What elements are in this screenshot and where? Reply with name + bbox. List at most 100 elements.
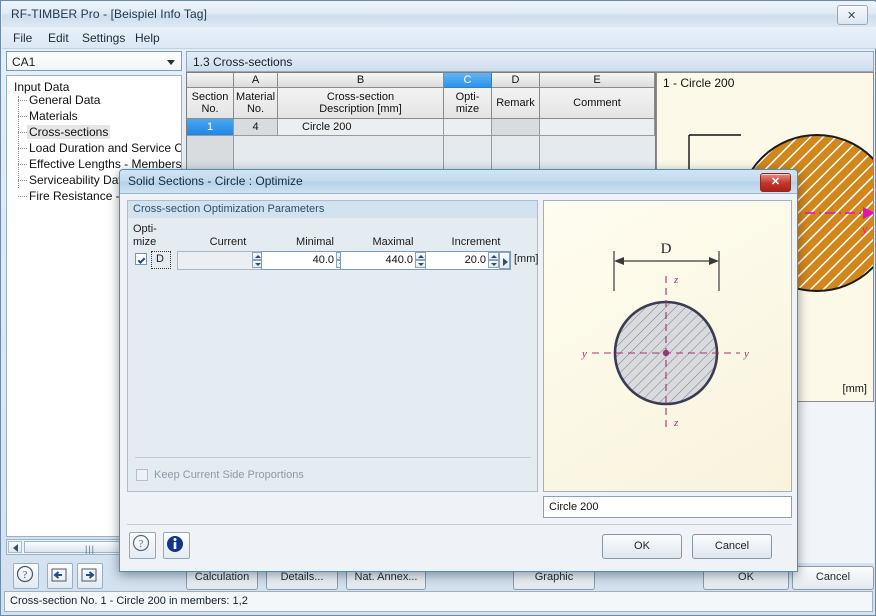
- header-line-2: Comment: [573, 97, 621, 109]
- header-line-1: Material: [235, 91, 276, 103]
- dialog-info-button[interactable]: [163, 532, 190, 559]
- chevron-down-icon: [167, 60, 175, 65]
- dialog-cancel-button[interactable]: Cancel: [692, 534, 772, 559]
- dialog-ok-button[interactable]: OK: [602, 534, 682, 559]
- column-header-a[interactable]: A: [234, 73, 278, 88]
- load-case-value: CA1: [12, 55, 36, 69]
- axis-label-z-bottom: z: [673, 417, 679, 429]
- tab-cross-sections[interactable]: 1.3 Cross-sections: [193, 55, 292, 69]
- dialog-title-bar: Solid Sections - Circle : Optimize ✕: [120, 170, 797, 194]
- column-header-d[interactable]: D: [492, 73, 540, 88]
- cell-remark[interactable]: [492, 119, 540, 136]
- sidebar-item-materials[interactable]: Materials: [29, 109, 78, 123]
- header-line-1: Opti-: [455, 91, 480, 103]
- table-empty-row[interactable]: [540, 136, 655, 171]
- label-minimal: Minimal: [296, 236, 334, 248]
- tree-connector: [18, 100, 27, 101]
- maximal-value: 440.0: [385, 254, 413, 266]
- label-optimize-line1: Opti-: [133, 223, 157, 235]
- table-empty-row[interactable]: [234, 136, 444, 171]
- scroll-grip: |||: [85, 544, 96, 554]
- sidebar-item-fire-resistance[interactable]: Fire Resistance - M: [29, 189, 133, 203]
- dialog-help-button[interactable]: ?: [129, 532, 156, 559]
- header-comment: Comment: [540, 88, 655, 119]
- column-header-b[interactable]: B: [278, 73, 444, 88]
- header-section-no: Section No.: [187, 88, 234, 119]
- svg-text:?: ?: [23, 570, 28, 581]
- table-row-number[interactable]: 1: [187, 119, 234, 136]
- graphic-unit: [mm]: [842, 383, 867, 395]
- window-title: RF-TIMBER Pro - [Beispiel Info Tag]: [11, 7, 208, 21]
- dialog-footer-separator: [127, 524, 792, 525]
- tree-connector: [18, 180, 27, 181]
- keep-proportions-checkbox[interactable]: [136, 469, 148, 481]
- table-empty-row[interactable]: [492, 136, 540, 171]
- increment-value: 20.0: [464, 254, 486, 266]
- cell-description[interactable]: Circle 200: [278, 119, 444, 136]
- header-cross-section-description: Cross-section Description [mm]: [278, 88, 444, 119]
- spinner-picker-icon[interactable]: [499, 252, 510, 269]
- dialog-close-button[interactable]: ✕: [760, 173, 791, 192]
- window-title-bar: RF-TIMBER Pro - [Beispiel Info Tag] ✕: [2, 2, 876, 28]
- group-title: Cross-section Optimization Parameters: [128, 201, 537, 218]
- question-mark-icon: ?: [16, 565, 34, 583]
- close-icon: ✕: [847, 10, 857, 22]
- sidebar-item-load-duration[interactable]: Load Duration and Service Clas: [29, 141, 181, 155]
- header-line-2: mize: [455, 103, 480, 115]
- maximal-value-spinner[interactable]: 440.0: [340, 251, 438, 270]
- column-header-e[interactable]: E: [540, 73, 655, 88]
- next-button[interactable]: [77, 563, 103, 589]
- keep-proportions-label: Keep Current Side Proportions: [154, 469, 304, 481]
- group-separator: [135, 457, 531, 458]
- unit-label: [mm]: [514, 253, 539, 265]
- close-icon: ✕: [770, 176, 781, 188]
- window-close-button[interactable]: ✕: [837, 5, 868, 25]
- header-line-1: Cross-section: [326, 91, 395, 103]
- menu-bar: File Edit Settings Help: [2, 27, 876, 49]
- circle-dimension-drawing: D z z y y: [581, 241, 749, 429]
- optimize-parameter-checkbox[interactable]: [135, 253, 147, 265]
- tree-connector: [18, 164, 27, 165]
- tree-connector: [18, 196, 27, 197]
- label-increment: Increment: [451, 236, 501, 248]
- table-tab-strip: 1.3 Cross-sections: [186, 51, 874, 72]
- menu-item-help[interactable]: Help: [135, 31, 160, 45]
- load-case-combobox[interactable]: CA1: [6, 51, 182, 71]
- column-header-blank: [187, 73, 234, 88]
- column-header-c[interactable]: C: [444, 73, 492, 88]
- menu-item-settings[interactable]: Settings: [82, 31, 125, 45]
- cross-section-preview: D z z y y: [543, 200, 792, 492]
- tree-root-input-data[interactable]: Input Data: [14, 80, 69, 94]
- increment-value-spinner[interactable]: 20.0: [425, 251, 511, 270]
- sidebar-item-general-data[interactable]: General Data: [29, 93, 100, 107]
- header-line-2: Remark: [496, 97, 535, 109]
- scroll-left-button[interactable]: [8, 541, 22, 553]
- spinner-down-icon[interactable]: [488, 260, 499, 268]
- cancel-button[interactable]: Cancel: [792, 566, 874, 590]
- parameter-name-d: D: [156, 253, 164, 265]
- menu-item-edit[interactable]: Edit: [48, 31, 69, 45]
- optimize-dialog: Solid Sections - Circle : Optimize ✕ Cro…: [119, 169, 798, 572]
- label-current: Current: [209, 236, 247, 248]
- description-field[interactable]: Circle 200: [543, 496, 792, 518]
- cell-comment[interactable]: [540, 119, 655, 136]
- cell-optimize[interactable]: [444, 119, 492, 136]
- axis-label-y-left: y: [581, 348, 587, 360]
- status-bar: Cross-section No. 1 - Circle 200 in memb…: [4, 591, 873, 612]
- prev-button[interactable]: [47, 563, 73, 589]
- axis-label-z-top: z: [673, 274, 679, 286]
- menu-item-file[interactable]: File: [13, 31, 32, 45]
- help-button[interactable]: ?: [13, 563, 39, 589]
- tree-connector: [18, 132, 27, 133]
- tree-connector: [18, 116, 27, 117]
- table-empty-row[interactable]: [444, 136, 492, 171]
- spinner-up-icon[interactable]: [488, 252, 499, 260]
- table-empty-rowhdr: [187, 136, 234, 171]
- header-optimize: Opti- mize: [444, 88, 492, 119]
- arrow-right-icon: [81, 568, 97, 582]
- header-remark: Remark: [492, 88, 540, 119]
- sidebar-item-cross-sections[interactable]: Cross-sections: [27, 125, 111, 139]
- sidebar-item-serviceability-data[interactable]: Serviceability Data: [29, 173, 128, 187]
- info-icon: [167, 536, 183, 552]
- cell-material-no[interactable]: 4: [234, 119, 278, 136]
